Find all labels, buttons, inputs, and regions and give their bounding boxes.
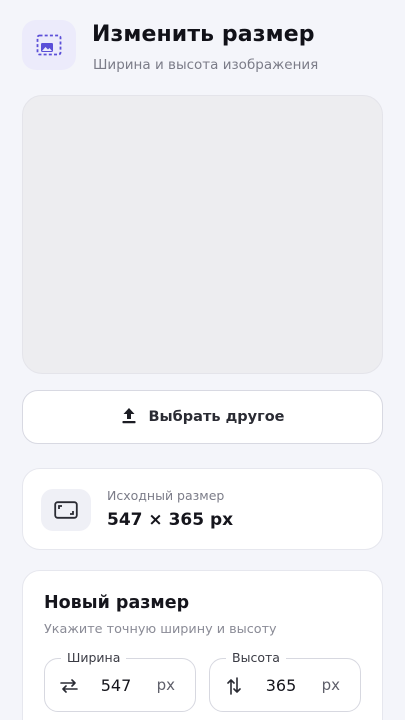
upload-icon [121, 407, 137, 428]
new-size-title: Новый размер [44, 593, 190, 613]
swap-horizontal-icon [59, 676, 79, 696]
height-input[interactable] [256, 671, 306, 699]
original-size-card: Исходный размер 547 × 365 px [22, 468, 383, 550]
resize-screen: Изменить размер Ширина и высота изображе… [0, 0, 405, 720]
swap-vertical-icon [224, 676, 244, 696]
image-preview [22, 95, 383, 374]
resize-image-icon [22, 20, 76, 70]
header: Изменить размер Ширина и высота изображе… [22, 20, 385, 76]
new-size-card: Новый размер Укажите точную ширину и выс… [22, 570, 383, 720]
width-field[interactable]: Ширина px [44, 650, 196, 712]
height-unit: px [321, 676, 340, 694]
height-field[interactable]: Высота px [209, 650, 361, 712]
aspect-ratio-icon [41, 489, 91, 531]
width-input[interactable] [91, 671, 141, 699]
original-size-label: Исходный размер [107, 488, 225, 503]
choose-other-button[interactable]: Выбрать другое [22, 390, 383, 444]
page-subtitle: Ширина и высота изображения [93, 57, 319, 73]
height-label: Высота [226, 650, 286, 665]
original-size-value: 547 × 365 px [107, 510, 234, 530]
width-unit: px [156, 676, 175, 694]
choose-other-label: Выбрать другое [148, 409, 285, 425]
page-title: Изменить размер [92, 22, 315, 47]
new-size-subtitle: Укажите точную ширину и высоту [44, 622, 277, 637]
width-label: Ширина [61, 650, 127, 665]
